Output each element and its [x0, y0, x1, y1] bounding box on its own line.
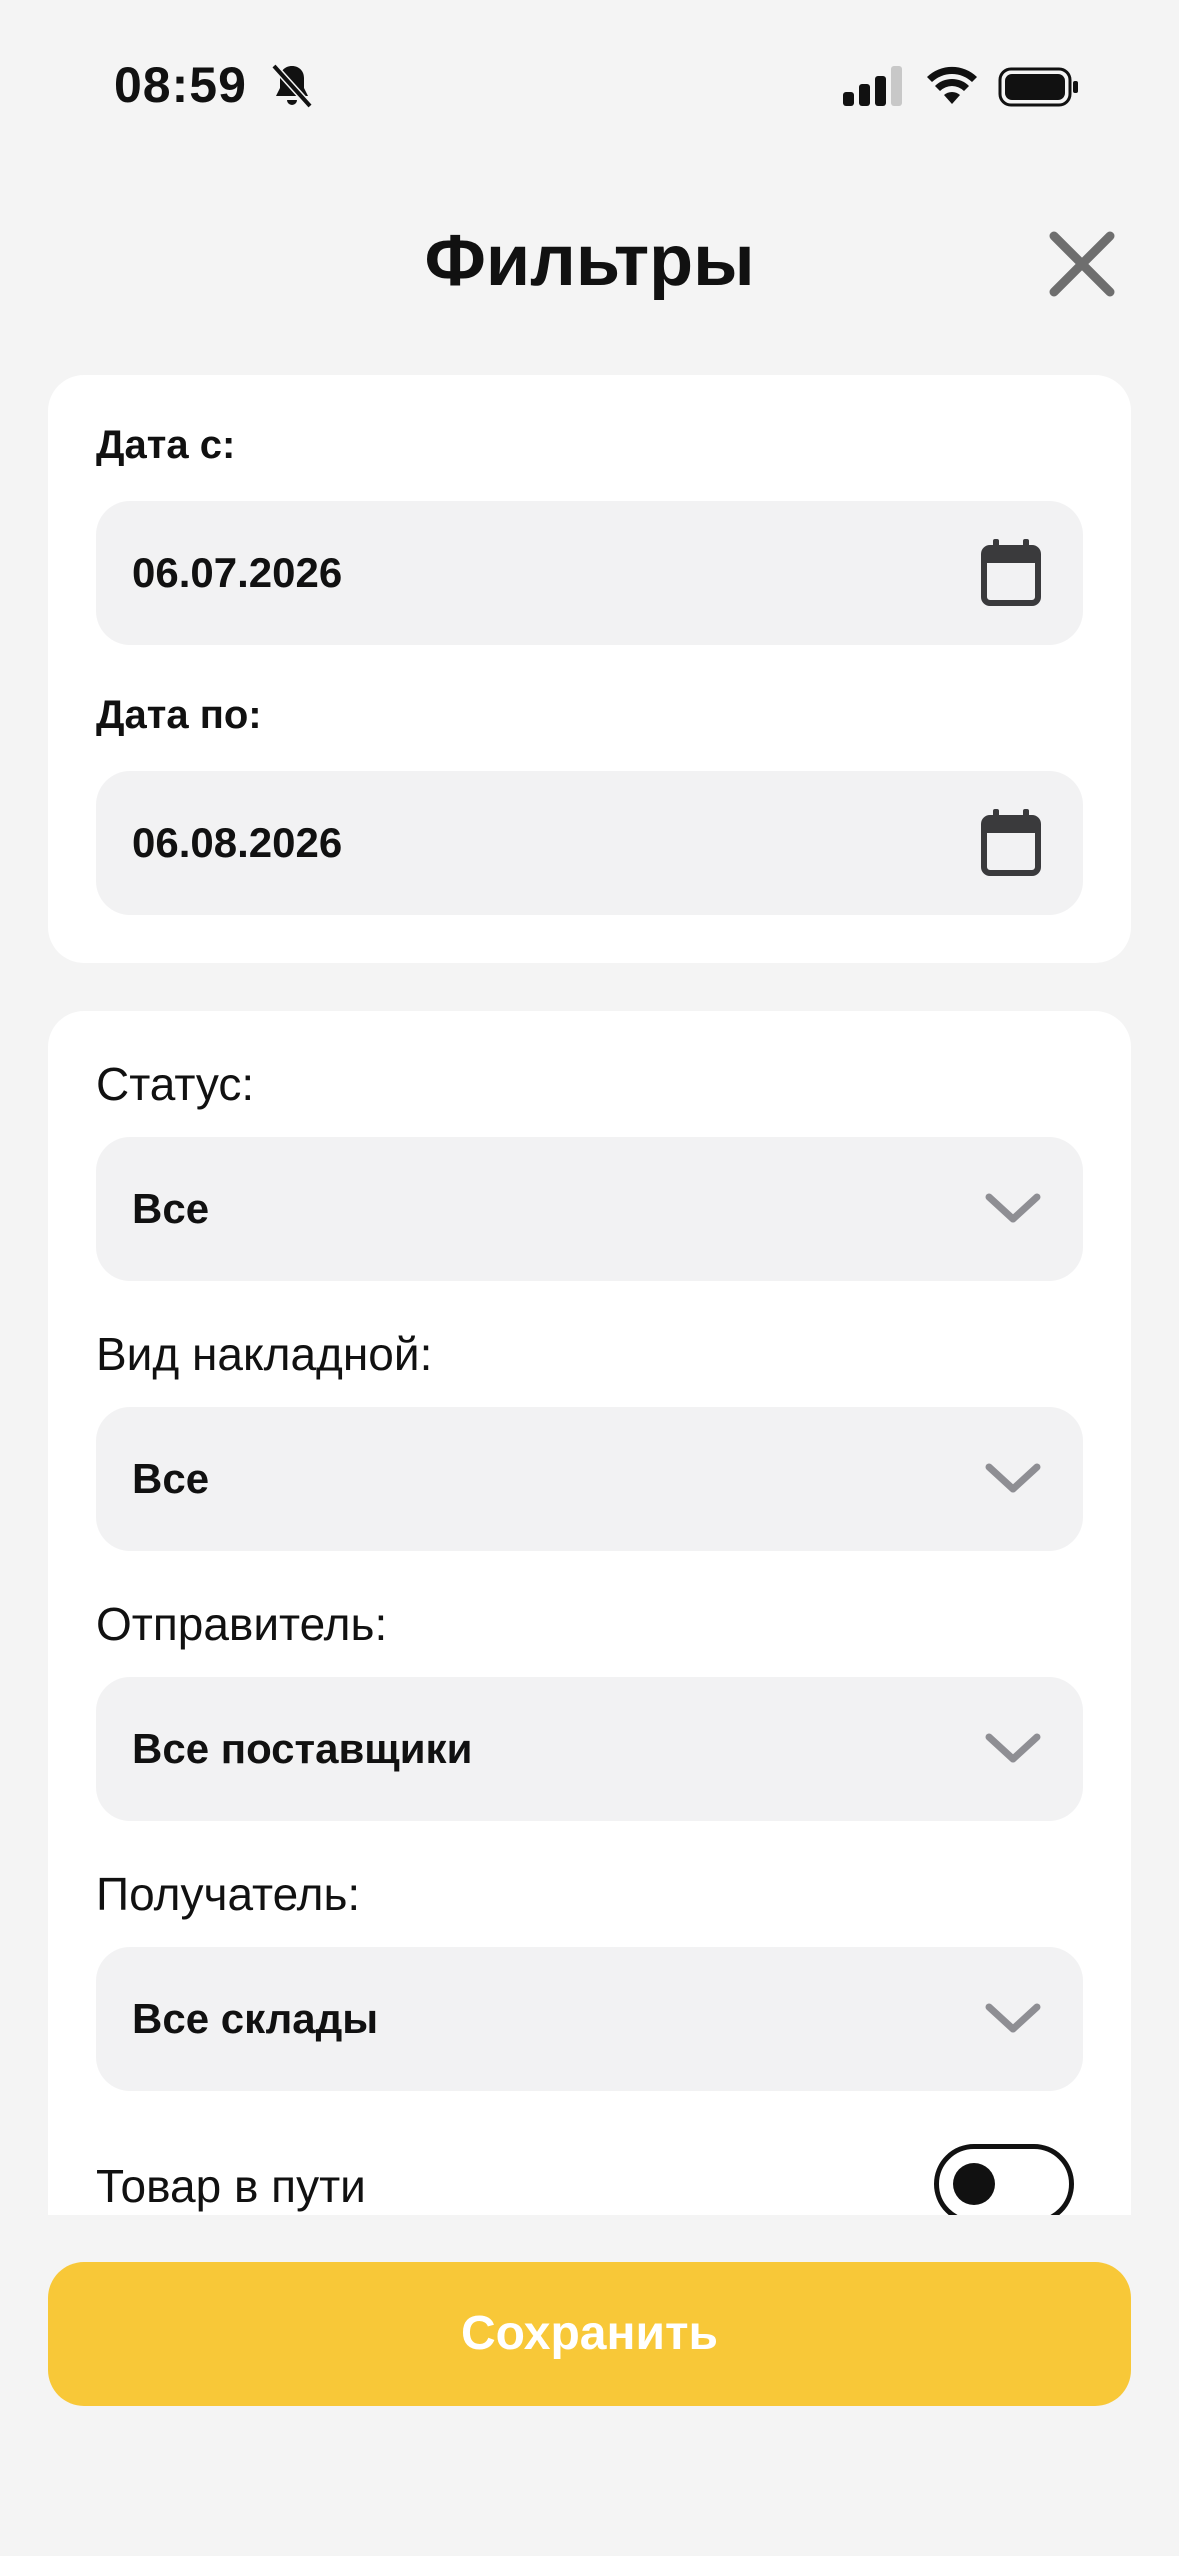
- date-from-field[interactable]: 06.07.2026: [96, 501, 1083, 645]
- invoice-type-label: Вид накладной:: [96, 1328, 433, 1380]
- sender-select[interactable]: Все поставщики: [96, 1677, 1083, 1821]
- invoice-type-value: Все: [132, 1455, 210, 1502]
- page-title: Фильтры: [424, 221, 755, 301]
- sender-label: Отправитель:: [96, 1598, 388, 1650]
- recipient-value: Все склады: [132, 1995, 379, 2042]
- signal-icon: [843, 66, 902, 106]
- status-bar: 08:59: [0, 0, 1179, 150]
- status-time: 08:59: [114, 57, 247, 113]
- invoice-type-select[interactable]: Все: [96, 1407, 1083, 1551]
- status-value: Все: [132, 1185, 210, 1232]
- sender-value: Все поставщики: [132, 1725, 473, 1772]
- chevron-down-icon: [985, 1193, 1041, 1223]
- date-to-field[interactable]: 06.08.2026: [96, 771, 1083, 915]
- close-icon[interactable]: [1044, 226, 1120, 302]
- status-label: Статус:: [96, 1058, 255, 1110]
- recipient-label: Получатель:: [96, 1868, 361, 1920]
- calendar-icon[interactable]: [979, 809, 1043, 877]
- recipient-select[interactable]: Все склады: [96, 1947, 1083, 2091]
- in-transit-toggle[interactable]: [934, 2144, 1074, 2215]
- date-range-card: Дата с: 06.07.2026 Дата по: 06.08.2026: [48, 375, 1131, 963]
- toggle-knob: [953, 2163, 995, 2205]
- battery-icon: [998, 67, 1078, 107]
- status-select[interactable]: Все: [96, 1137, 1083, 1281]
- in-transit-label: Товар в пути: [96, 2160, 366, 2212]
- save-button[interactable]: Сохранить: [48, 2262, 1131, 2406]
- calendar-icon[interactable]: [979, 539, 1043, 607]
- date-to-value: 06.08.2026: [132, 819, 343, 866]
- chevron-down-icon: [985, 2003, 1041, 2033]
- date-to-label: Дата по:: [96, 693, 262, 737]
- filters-card: Статус: Все Вид накладной: Все Отправите…: [48, 1011, 1131, 2215]
- bell-off-icon: [271, 63, 313, 109]
- wifi-icon: [927, 66, 977, 104]
- chevron-down-icon: [985, 1733, 1041, 1763]
- date-from-value: 06.07.2026: [132, 549, 343, 596]
- chevron-down-icon: [985, 1463, 1041, 1493]
- save-button-label: Сохранить: [460, 2307, 718, 2360]
- date-from-label: Дата с:: [96, 423, 236, 467]
